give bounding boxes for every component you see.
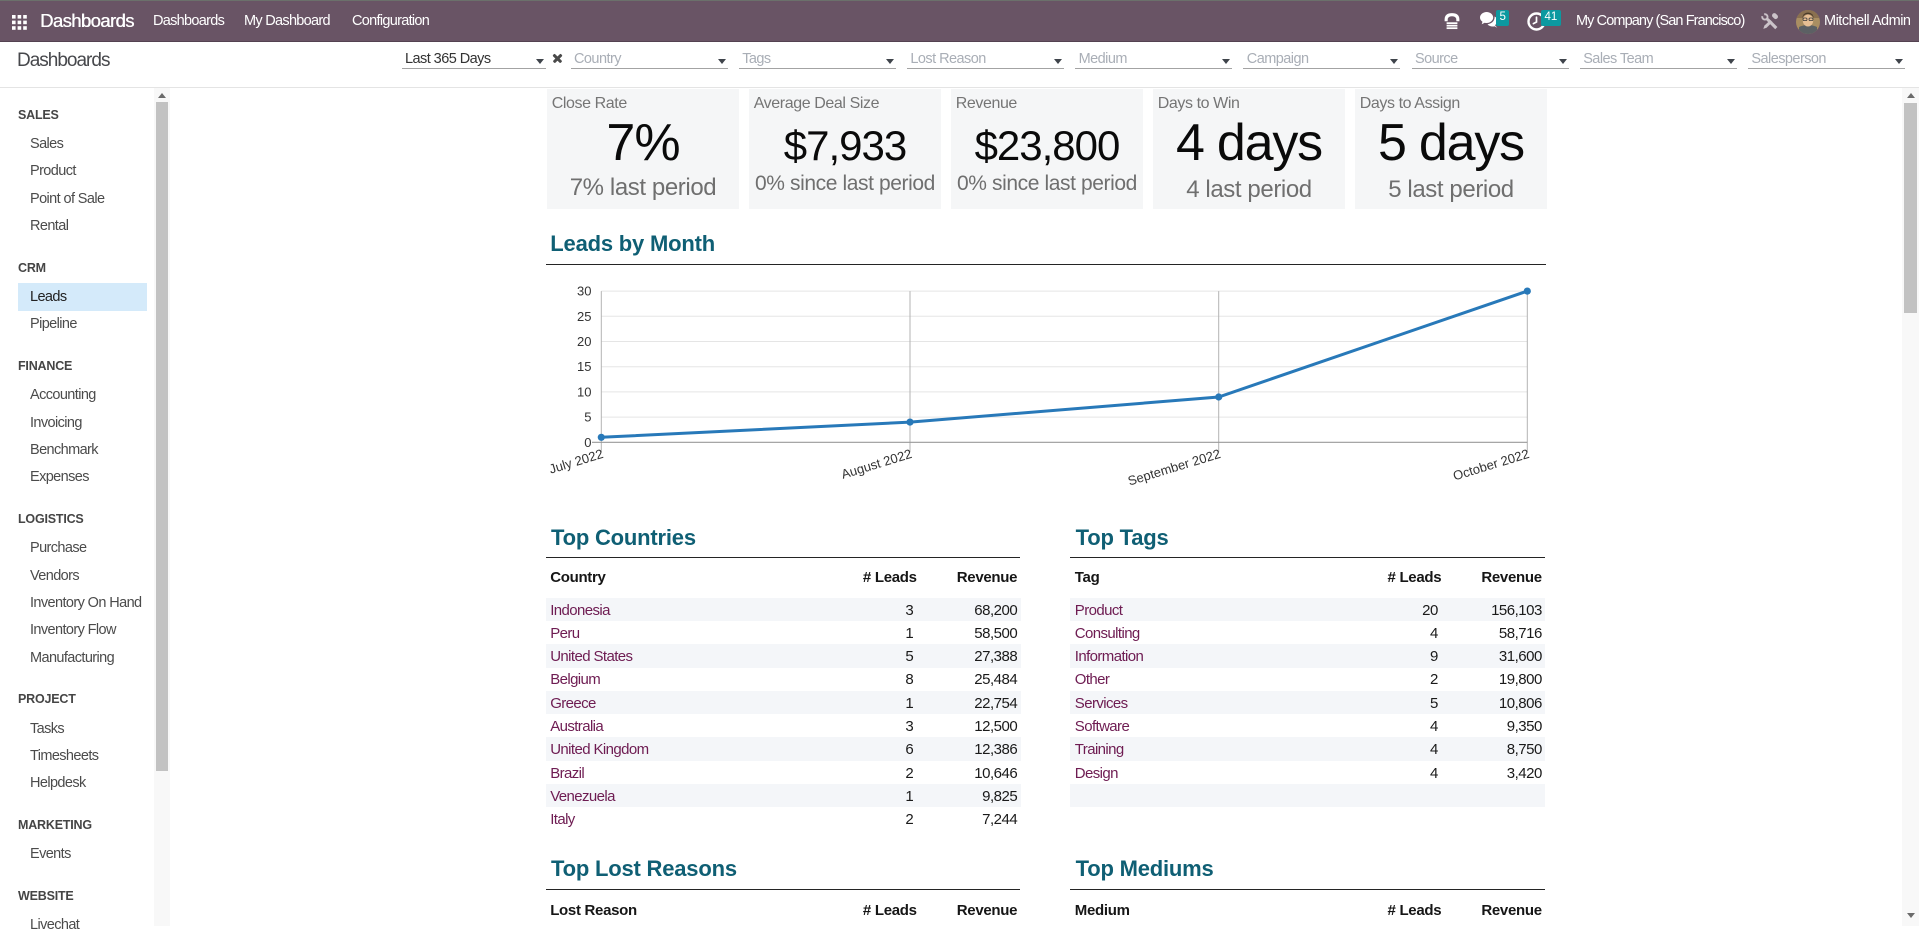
svg-text:15: 15 bbox=[577, 359, 591, 374]
svg-text:5: 5 bbox=[584, 410, 591, 425]
svg-text:10: 10 bbox=[577, 384, 591, 399]
svg-text:25: 25 bbox=[577, 309, 591, 324]
svg-text:30: 30 bbox=[577, 284, 591, 299]
svg-text:August 2022: August 2022 bbox=[839, 446, 913, 482]
svg-text:September 2022: September 2022 bbox=[1126, 446, 1222, 488]
svg-text:20: 20 bbox=[577, 334, 591, 349]
svg-text:October 2022: October 2022 bbox=[1451, 446, 1531, 483]
svg-text:July 2022: July 2022 bbox=[547, 446, 605, 477]
svg-text:0: 0 bbox=[584, 435, 591, 450]
